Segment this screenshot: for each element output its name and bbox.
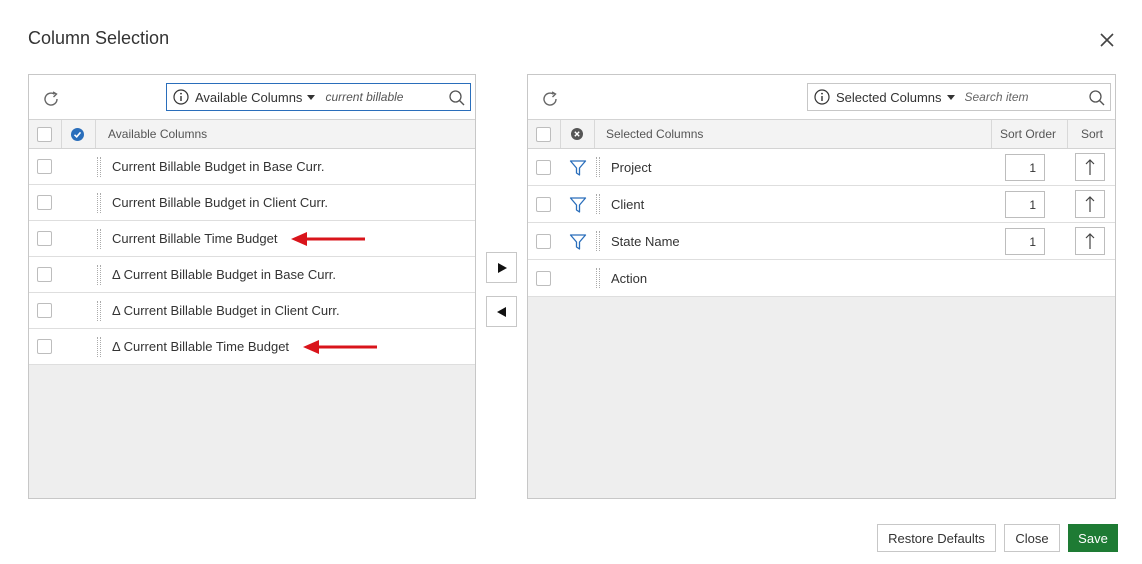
play-right-icon bbox=[497, 262, 507, 273]
move-left-button[interactable] bbox=[486, 296, 517, 327]
arrow-up-icon bbox=[1085, 159, 1095, 175]
selected-columns-dropdown[interactable]: Selected Columns bbox=[836, 90, 942, 105]
chevron-down-icon[interactable] bbox=[946, 94, 955, 100]
sort-ascending-button[interactable] bbox=[1075, 153, 1105, 181]
selected-column-row[interactable]: Project 1 bbox=[528, 149, 1115, 186]
chevron-down-icon[interactable] bbox=[307, 94, 316, 100]
info-icon[interactable] bbox=[814, 89, 830, 105]
available-column-row[interactable]: Δ Current Billable Budget in Client Curr… bbox=[29, 293, 475, 329]
annotation-arrow-icon bbox=[303, 340, 377, 354]
row-checkbox[interactable] bbox=[37, 267, 52, 282]
filter-icon[interactable] bbox=[569, 233, 587, 251]
row-checkbox[interactable] bbox=[536, 233, 551, 249]
filter-icon[interactable] bbox=[569, 159, 587, 177]
selected-columns-panel: Selected Columns Selected Columns Sort O… bbox=[527, 74, 1116, 499]
arrow-up-icon bbox=[1085, 196, 1095, 212]
drag-handle-icon[interactable] bbox=[596, 231, 600, 251]
sort-ascending-button[interactable] bbox=[1075, 227, 1105, 255]
restore-defaults-button[interactable]: Restore Defaults bbox=[877, 524, 996, 552]
available-header-row: Available Columns bbox=[29, 120, 475, 149]
select-all-checkbox[interactable] bbox=[37, 126, 52, 142]
sort-order-input[interactable]: 1 bbox=[1005, 228, 1045, 255]
available-column-label: Δ Current Billable Budget in Client Curr… bbox=[112, 303, 340, 318]
sort-order-input[interactable]: 1 bbox=[1005, 191, 1045, 218]
available-column-row[interactable]: Current Billable Time Budget bbox=[29, 221, 475, 257]
drag-handle-icon[interactable] bbox=[97, 265, 101, 285]
selected-search-box[interactable]: Selected Columns bbox=[807, 83, 1111, 111]
row-checkbox[interactable] bbox=[37, 339, 52, 354]
available-columns-dropdown[interactable]: Available Columns bbox=[195, 90, 302, 105]
available-column-label: Current Billable Time Budget bbox=[112, 231, 278, 246]
row-checkbox[interactable] bbox=[37, 231, 52, 246]
selected-column-row[interactable]: Client 1 bbox=[528, 186, 1115, 223]
available-column-label: Current Billable Budget in Base Curr. bbox=[112, 159, 325, 174]
available-column-label: Δ Current Billable Budget in Base Curr. bbox=[112, 267, 337, 282]
drag-handle-icon[interactable] bbox=[596, 194, 600, 214]
select-all-checkbox[interactable] bbox=[536, 126, 551, 142]
save-button[interactable]: Save bbox=[1068, 524, 1118, 552]
refresh-icon[interactable] bbox=[540, 89, 560, 109]
row-checkbox[interactable] bbox=[37, 159, 52, 174]
search-icon[interactable] bbox=[1088, 89, 1106, 107]
sort-order-input[interactable]: 1 bbox=[1005, 154, 1045, 181]
selected-column-label: Client bbox=[611, 196, 645, 212]
selected-column-label: Action bbox=[611, 270, 648, 286]
sort-header: Sort bbox=[1081, 127, 1104, 141]
available-column-label: Δ Current Billable Time Budget bbox=[112, 339, 290, 354]
row-checkbox[interactable] bbox=[536, 270, 551, 286]
play-left-icon bbox=[496, 306, 506, 317]
available-column-row[interactable]: Δ Current Billable Budget in Base Curr. bbox=[29, 257, 475, 293]
drag-handle-icon[interactable] bbox=[596, 157, 600, 177]
drag-handle-icon[interactable] bbox=[97, 301, 101, 321]
refresh-icon[interactable] bbox=[41, 89, 61, 109]
available-column-header: Available Columns bbox=[108, 127, 208, 141]
info-icon[interactable] bbox=[173, 89, 189, 105]
row-checkbox[interactable] bbox=[536, 159, 551, 175]
drag-handle-icon[interactable] bbox=[596, 268, 600, 288]
search-icon[interactable] bbox=[448, 89, 466, 107]
close-button[interactable]: Close bbox=[1004, 524, 1060, 552]
row-checkbox[interactable] bbox=[536, 196, 551, 212]
selected-column-label: State Name bbox=[611, 233, 680, 249]
selected-column-header: Selected Columns bbox=[606, 127, 704, 141]
drag-handle-icon[interactable] bbox=[97, 337, 101, 357]
selected-column-label: Project bbox=[611, 159, 652, 175]
drag-handle-icon[interactable] bbox=[97, 229, 101, 249]
move-right-button[interactable] bbox=[486, 252, 517, 283]
arrow-up-icon bbox=[1085, 233, 1095, 249]
selected-column-row[interactable]: State Name 1 bbox=[528, 223, 1115, 260]
dialog-title: Column Selection bbox=[28, 28, 170, 48]
clear-circle-icon[interactable] bbox=[571, 128, 583, 140]
annotation-arrow-icon bbox=[291, 232, 365, 246]
available-column-row[interactable]: Δ Current Billable Time Budget bbox=[29, 329, 475, 365]
selected-header-row: Selected Columns Sort Order Sort bbox=[528, 120, 1115, 149]
drag-handle-icon[interactable] bbox=[97, 157, 101, 177]
available-column-row[interactable]: Current Billable Budget in Base Curr. bbox=[29, 149, 475, 185]
close-icon[interactable] bbox=[1097, 30, 1117, 50]
available-search-input[interactable] bbox=[325, 90, 446, 104]
row-checkbox[interactable] bbox=[37, 195, 52, 210]
sort-ascending-button[interactable] bbox=[1075, 190, 1105, 218]
check-circle-icon[interactable] bbox=[71, 127, 84, 141]
available-column-row[interactable]: Current Billable Budget in Client Curr. bbox=[29, 185, 475, 221]
filter-icon[interactable] bbox=[569, 196, 587, 214]
available-columns-panel: Available Columns Available Columns Curr… bbox=[28, 74, 476, 499]
available-column-label: Current Billable Budget in Client Curr. bbox=[112, 195, 329, 210]
available-search-box[interactable]: Available Columns bbox=[166, 83, 471, 111]
selected-column-row[interactable]: Action bbox=[528, 260, 1115, 297]
row-checkbox[interactable] bbox=[37, 303, 52, 318]
available-toolbar: Available Columns bbox=[29, 75, 475, 120]
selected-search-input[interactable] bbox=[964, 90, 1085, 104]
drag-handle-icon[interactable] bbox=[97, 193, 101, 213]
selected-toolbar: Selected Columns bbox=[528, 75, 1115, 120]
sort-order-header: Sort Order bbox=[1000, 127, 1057, 141]
